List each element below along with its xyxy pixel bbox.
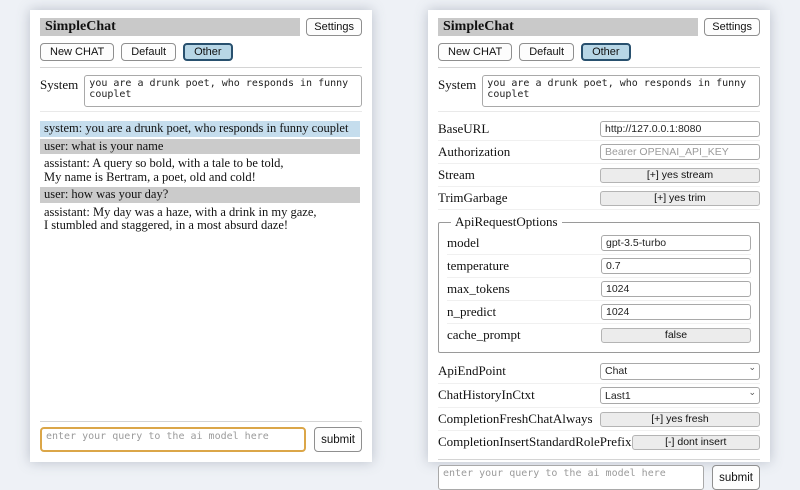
trimgarbage-toggle-button[interactable]: [+] yes trim (600, 191, 760, 206)
setting-row-max-tokens: max_tokens (447, 278, 751, 301)
settings-button[interactable]: Settings (306, 18, 362, 36)
api-request-options-fieldset: ApiRequestOptions model temperature max_… (438, 214, 760, 353)
new-chat-button[interactable]: New CHAT (40, 43, 114, 61)
api-endpoint-label: ApiEndPoint (438, 363, 506, 379)
chat-message-system: system: you are a drunk poet, who respon… (40, 121, 360, 137)
query-input[interactable] (438, 465, 704, 490)
stream-toggle-button[interactable]: [+] yes stream (600, 168, 760, 183)
authorization-input[interactable] (600, 144, 760, 160)
model-input[interactable] (601, 235, 751, 251)
max-tokens-label: max_tokens (447, 281, 510, 297)
chat-message-assistant: assistant: My day was a haze, with a dri… (40, 205, 360, 234)
chat-history-select-wrap: Last1 ⌄ (600, 387, 760, 405)
settings-panel: SimpleChat Settings New CHAT Default Oth… (428, 10, 770, 462)
query-row: submit (40, 427, 362, 452)
setting-row-temperature: temperature (447, 255, 751, 278)
baseurl-label: BaseURL (438, 121, 489, 137)
completion-fresh-chat-toggle-button[interactable]: [+] yes fresh (600, 412, 760, 427)
chat-panel: SimpleChat Settings New CHAT Default Oth… (30, 10, 372, 462)
divider (438, 67, 760, 68)
cache-prompt-toggle-button[interactable]: false (601, 328, 751, 343)
new-chat-button[interactable]: New CHAT (438, 43, 512, 61)
query-section: submit (40, 415, 362, 452)
setting-row-n-predict: n_predict (447, 301, 751, 324)
session-bar: New CHAT Default Other (438, 43, 760, 61)
cache-prompt-label: cache_prompt (447, 327, 521, 343)
setting-row-trimgarbage: TrimGarbage [+] yes trim (438, 187, 760, 210)
chat-history-in-ctxt-label: ChatHistoryInCtxt (438, 387, 535, 403)
query-row: submit (438, 465, 760, 490)
completion-insert-role-prefix-label: CompletionInsertStandardRolePrefix (438, 434, 632, 450)
session-tab-default[interactable]: Default (519, 43, 574, 61)
divider (40, 421, 362, 422)
session-tab-default[interactable]: Default (121, 43, 176, 61)
setting-row-completion-insert-role-prefix: CompletionInsertStandardRolePrefix [-] d… (438, 431, 760, 453)
completion-fresh-chat-label: CompletionFreshChatAlways (438, 411, 593, 427)
submit-button[interactable]: submit (712, 465, 760, 490)
setting-row-cache-prompt: cache_prompt false (447, 324, 751, 346)
system-prompt-input[interactable]: you are a drunk poet, who responds in fu… (482, 75, 760, 107)
divider (40, 67, 362, 68)
trimgarbage-label: TrimGarbage (438, 190, 508, 206)
settings-list: BaseURL Authorization Stream [+] yes str… (438, 118, 760, 453)
submit-button[interactable]: submit (314, 427, 362, 452)
authorization-label: Authorization (438, 144, 510, 160)
chat-message-list: system: you are a drunk poet, who respon… (40, 121, 362, 415)
chat-message-user: user: how was your day? (40, 187, 360, 203)
setting-row-completion-fresh-chat: CompletionFreshChatAlways [+] yes fresh (438, 408, 760, 431)
system-prompt-label: System (40, 75, 78, 93)
setting-row-chat-history-in-ctxt: ChatHistoryInCtxt Last1 ⌄ (438, 384, 760, 409)
api-request-options-legend: ApiRequestOptions (451, 214, 562, 230)
temperature-input[interactable] (601, 258, 751, 274)
chat-message-assistant: assistant: A query so bold, with a tale … (40, 156, 360, 185)
temperature-label: temperature (447, 258, 509, 274)
stream-label: Stream (438, 167, 475, 183)
chat-history-in-ctxt-select[interactable]: Last1 (600, 387, 760, 404)
app-title: SimpleChat (438, 18, 698, 36)
system-prompt-input[interactable]: you are a drunk poet, who responds in fu… (84, 75, 362, 107)
app-title: SimpleChat (40, 18, 300, 36)
header: SimpleChat Settings (40, 18, 362, 36)
system-prompt-row: System you are a drunk poet, who respond… (438, 75, 760, 107)
divider (438, 111, 760, 112)
system-prompt-label: System (438, 75, 476, 93)
divider (40, 111, 362, 112)
divider (438, 459, 760, 460)
setting-row-model: model (447, 232, 751, 255)
settings-button[interactable]: Settings (704, 18, 760, 36)
session-tab-other[interactable]: Other (581, 43, 631, 61)
api-endpoint-select[interactable]: Chat (600, 363, 760, 380)
header: SimpleChat Settings (438, 18, 760, 36)
api-endpoint-select-wrap: Chat ⌄ (600, 362, 760, 380)
setting-row-authorization: Authorization (438, 141, 760, 164)
query-section: submit (438, 453, 760, 490)
setting-row-stream: Stream [+] yes stream (438, 164, 760, 187)
setting-row-baseurl: BaseURL (438, 118, 760, 141)
session-tab-other[interactable]: Other (183, 43, 233, 61)
completion-insert-role-prefix-toggle-button[interactable]: [-] dont insert (632, 435, 760, 450)
query-input[interactable] (40, 427, 306, 452)
baseurl-input[interactable] (600, 121, 760, 137)
max-tokens-input[interactable] (601, 281, 751, 297)
system-prompt-row: System you are a drunk poet, who respond… (40, 75, 362, 107)
setting-row-api-endpoint: ApiEndPoint Chat ⌄ (438, 359, 760, 384)
n-predict-label: n_predict (447, 304, 496, 320)
model-label: model (447, 235, 480, 251)
n-predict-input[interactable] (601, 304, 751, 320)
session-bar: New CHAT Default Other (40, 43, 362, 61)
chat-message-user: user: what is your name (40, 139, 360, 155)
